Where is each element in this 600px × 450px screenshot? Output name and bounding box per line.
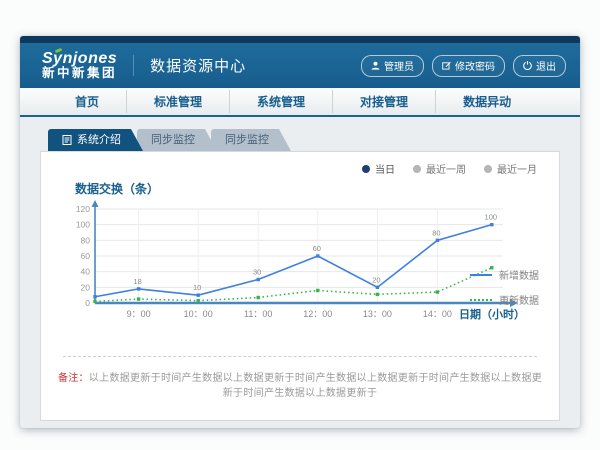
legend-label: 更新数据 bbox=[499, 292, 539, 307]
legend-label: 新增数据 bbox=[499, 267, 539, 282]
svg-text:13：00: 13：00 bbox=[363, 309, 392, 319]
radio-label: 当日 bbox=[375, 161, 395, 176]
svg-text:11：00: 11：00 bbox=[244, 309, 272, 319]
note-prefix: 备注： bbox=[58, 373, 89, 384]
nav-item-home[interactable]: 首页 bbox=[48, 90, 126, 113]
logout-button[interactable]: 退出 bbox=[513, 55, 566, 77]
chart-area: 0 20 40 60 80 100 120 9：00 10：00 11：00 12：00 13：00 1… bbox=[57, 199, 543, 342]
svg-text:80: 80 bbox=[81, 235, 91, 245]
radio-dot bbox=[413, 165, 421, 173]
svg-text:18: 18 bbox=[133, 277, 141, 286]
footer-note: 备注：以上数据更新于时间产生数据以上数据更新于时间产生数据以上数据更新于时间产生… bbox=[57, 369, 543, 399]
tab-sync-monitor-1[interactable]: 同步监控 bbox=[137, 129, 217, 151]
main-nav: 首页 标准管理 系统管理 对接管理 数据异动 bbox=[20, 88, 580, 117]
svg-text:12：00: 12：00 bbox=[303, 309, 332, 319]
svg-text:100: 100 bbox=[76, 220, 90, 230]
page-title: 数据资源中心 bbox=[133, 55, 246, 76]
svg-text:120: 120 bbox=[76, 204, 90, 214]
radio-label: 最近一周 bbox=[426, 161, 466, 176]
svg-text:14：00: 14：00 bbox=[423, 309, 452, 319]
note-text: 以上数据更新于时间产生数据以上数据更新于时间产生数据以上数据更新于时间产生数据以… bbox=[89, 373, 542, 399]
tab-label: 同步监控 bbox=[151, 129, 195, 151]
page-background: Synjones 新中新集团 数据资源中心 管理员 修改密码 bbox=[0, 0, 600, 450]
company-logo: Synjones 新中新集团 bbox=[42, 51, 117, 81]
svg-text:20: 20 bbox=[81, 282, 91, 292]
edit-icon bbox=[442, 61, 451, 70]
svg-text:80: 80 bbox=[432, 228, 440, 237]
tab-sync-monitor-2[interactable]: 同步监控 bbox=[211, 129, 291, 151]
logo-brand-name: Synjones bbox=[42, 51, 117, 68]
logo-company-name: 新中新集团 bbox=[42, 67, 117, 80]
svg-text:60: 60 bbox=[313, 244, 321, 253]
change-password-label: 修改密码 bbox=[455, 58, 495, 73]
svg-text:40: 40 bbox=[81, 267, 91, 277]
svg-text:10: 10 bbox=[193, 283, 201, 292]
radio-last-month[interactable]: 最近一月 bbox=[484, 161, 537, 176]
radio-dot bbox=[362, 165, 370, 173]
power-icon bbox=[523, 61, 532, 70]
svg-text:60: 60 bbox=[81, 251, 91, 261]
note-separator bbox=[63, 356, 537, 357]
nav-item-standards[interactable]: 标准管理 bbox=[126, 90, 229, 113]
radio-today[interactable]: 当日 bbox=[362, 161, 395, 176]
legend-updated-data: 更新数据 bbox=[470, 292, 539, 307]
line-chart: 0 20 40 60 80 100 120 9：00 10：00 11：00 12：00 13：00 1… bbox=[57, 199, 527, 337]
legend-line-sample-blue bbox=[470, 274, 492, 276]
radio-last-week[interactable]: 最近一周 bbox=[413, 161, 466, 176]
window-top-strip bbox=[20, 36, 580, 43]
tab-bar: 系统介绍 同步监控 同步监控 bbox=[48, 129, 560, 151]
svg-text:日期（小时）: 日期（小时） bbox=[459, 307, 525, 321]
app-header: Synjones 新中新集团 数据资源中心 管理员 修改密码 bbox=[20, 43, 580, 88]
content-area: 系统介绍 同步监控 同步监控 当日 最近一周 bbox=[20, 117, 580, 421]
document-icon bbox=[62, 135, 72, 145]
tab-label: 系统介绍 bbox=[77, 129, 121, 151]
change-password-button[interactable]: 修改密码 bbox=[432, 55, 505, 77]
time-range-filter: 当日 最近一周 最近一月 bbox=[362, 161, 537, 176]
legend-line-sample-green bbox=[470, 299, 492, 301]
svg-text:30: 30 bbox=[253, 268, 261, 277]
nav-item-integration[interactable]: 对接管理 bbox=[332, 90, 435, 113]
app-window: Synjones 新中新集团 数据资源中心 管理员 修改密码 bbox=[20, 36, 580, 428]
admin-user-button[interactable]: 管理员 bbox=[361, 55, 424, 77]
tab-label: 同步监控 bbox=[225, 129, 269, 151]
user-area: 管理员 修改密码 退出 bbox=[361, 55, 566, 77]
svg-text:100: 100 bbox=[485, 213, 498, 222]
logout-label: 退出 bbox=[536, 58, 556, 73]
nav-item-system[interactable]: 系统管理 bbox=[229, 90, 332, 113]
radio-dot bbox=[484, 165, 492, 173]
svg-text:10：00: 10：00 bbox=[184, 309, 213, 319]
svg-text:9：00: 9：00 bbox=[127, 309, 151, 319]
admin-user-label: 管理员 bbox=[384, 58, 414, 73]
user-icon bbox=[371, 61, 380, 70]
chart-panel: 当日 最近一周 最近一月 数据交换（条） 0 20 40 60 80 100 120 9：00… bbox=[40, 151, 560, 421]
svg-text:0: 0 bbox=[85, 298, 90, 308]
nav-item-data-changes[interactable]: 数据异动 bbox=[435, 90, 538, 113]
tab-system-intro[interactable]: 系统介绍 bbox=[48, 129, 143, 151]
y-axis-title: 数据交换（条） bbox=[75, 180, 543, 197]
legend-new-data: 新增数据 bbox=[470, 267, 539, 282]
chart-legend: 新增数据 更新数据 bbox=[470, 267, 539, 307]
svg-text:20: 20 bbox=[372, 275, 380, 284]
radio-label: 最近一月 bbox=[497, 161, 537, 176]
